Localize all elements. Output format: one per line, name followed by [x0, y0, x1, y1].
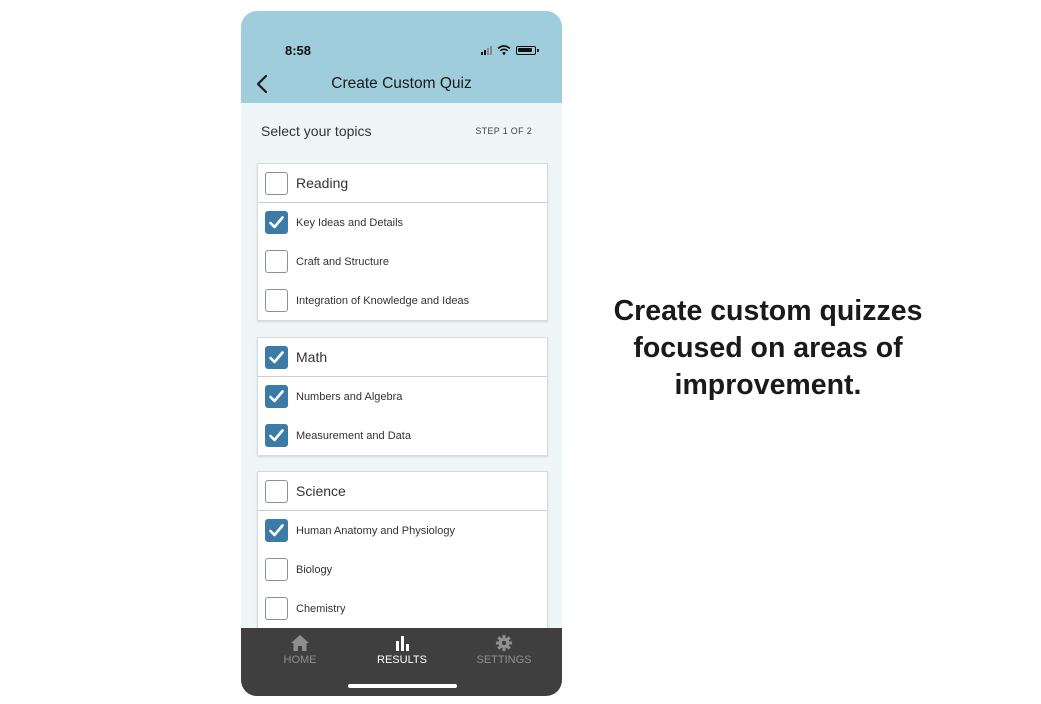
group-header[interactable]: Math: [258, 338, 547, 377]
topic-checkbox[interactable]: [265, 519, 288, 542]
topic-label: Key Ideas and Details: [296, 216, 404, 229]
checkmark-icon: [269, 390, 284, 403]
bar-chart-icon: [396, 636, 409, 651]
home-indicator: [348, 684, 457, 688]
home-icon: [291, 635, 309, 651]
topic-group-math: Math Numbers and Algebra Measurement and…: [257, 337, 548, 456]
topic-checkbox[interactable]: [265, 211, 288, 234]
bottom-tab-bar: HOME RESULTS SETTINGS: [241, 628, 562, 696]
status-icons: [481, 45, 539, 55]
tab-label: SETTINGS: [476, 654, 532, 666]
step-indicator: STEP 1 OF 2: [475, 126, 532, 136]
topic-row[interactable]: Integration of Knowledge and Ideas: [258, 281, 547, 320]
promo-caption: Create custom quizzes focused on areas o…: [613, 295, 923, 401]
topic-checkbox[interactable]: [265, 250, 288, 273]
topic-list[interactable]: Select your topics STEP 1 OF 2 Reading K…: [241, 103, 562, 628]
group-label: Science: [296, 483, 346, 499]
checkmark-icon: [269, 350, 284, 363]
group-header[interactable]: Reading: [258, 164, 547, 203]
battery-icon: [516, 45, 539, 55]
group-label: Math: [296, 349, 328, 365]
group-checkbox[interactable]: [265, 171, 288, 195]
topic-row[interactable]: Key Ideas and Details: [258, 203, 547, 242]
topic-label: Measurement and Data: [296, 429, 411, 442]
topic-row[interactable]: Chemistry: [258, 589, 547, 628]
topic-label: Chemistry: [296, 602, 346, 615]
checkmark-icon: [269, 216, 284, 229]
stage: 8:58 Create Custom Quiz Select your topi…: [0, 0, 1041, 704]
topic-label: Biology: [296, 563, 333, 576]
status-time: 8:58: [285, 43, 312, 58]
checkmark-icon: [269, 524, 284, 537]
tab-home[interactable]: HOME: [255, 634, 345, 666]
group-checkbox[interactable]: [265, 345, 288, 369]
wifi-icon: [497, 45, 511, 55]
tab-results[interactable]: RESULTS: [357, 634, 447, 666]
topic-checkbox[interactable]: [265, 597, 288, 620]
topic-label: Numbers and Algebra: [296, 390, 403, 403]
group-label: Reading: [296, 175, 349, 191]
topic-checkbox[interactable]: [265, 289, 288, 312]
topic-row[interactable]: Biology: [258, 550, 547, 589]
page-title: Create Custom Quiz: [331, 75, 472, 92]
group-header[interactable]: Science: [258, 472, 547, 511]
group-checkbox[interactable]: [265, 479, 288, 503]
checkmark-icon: [269, 429, 284, 442]
topic-checkbox[interactable]: [265, 424, 288, 447]
topic-label: Human Anatomy and Physiology: [296, 524, 455, 537]
topic-group-reading: Reading Key Ideas and Details Craft and …: [257, 163, 548, 321]
topic-checkbox[interactable]: [265, 385, 288, 408]
topic-group-science: Science Human Anatomy and Physiology Bio…: [257, 471, 548, 628]
section-title: Select your topics: [261, 123, 372, 139]
section-header: Select your topics STEP 1 OF 2: [261, 123, 532, 139]
gear-icon: [495, 634, 513, 652]
topic-row[interactable]: Human Anatomy and Physiology: [258, 511, 547, 550]
topic-row[interactable]: Numbers and Algebra: [258, 377, 547, 416]
topic-checkbox[interactable]: [265, 558, 288, 581]
tab-label: RESULTS: [377, 654, 427, 666]
tab-label: HOME: [283, 654, 317, 666]
cellular-signal-icon: [481, 45, 492, 55]
phone-screen: 8:58 Create Custom Quiz Select your topi…: [241, 11, 562, 696]
topic-label: Integration of Knowledge and Ideas: [296, 294, 470, 307]
topic-row[interactable]: Measurement and Data: [258, 416, 547, 455]
topic-label: Craft and Structure: [296, 255, 389, 268]
topic-row[interactable]: Craft and Structure: [258, 242, 547, 281]
top-bar: 8:58 Create Custom Quiz: [241, 11, 562, 103]
tab-settings[interactable]: SETTINGS: [459, 634, 549, 666]
